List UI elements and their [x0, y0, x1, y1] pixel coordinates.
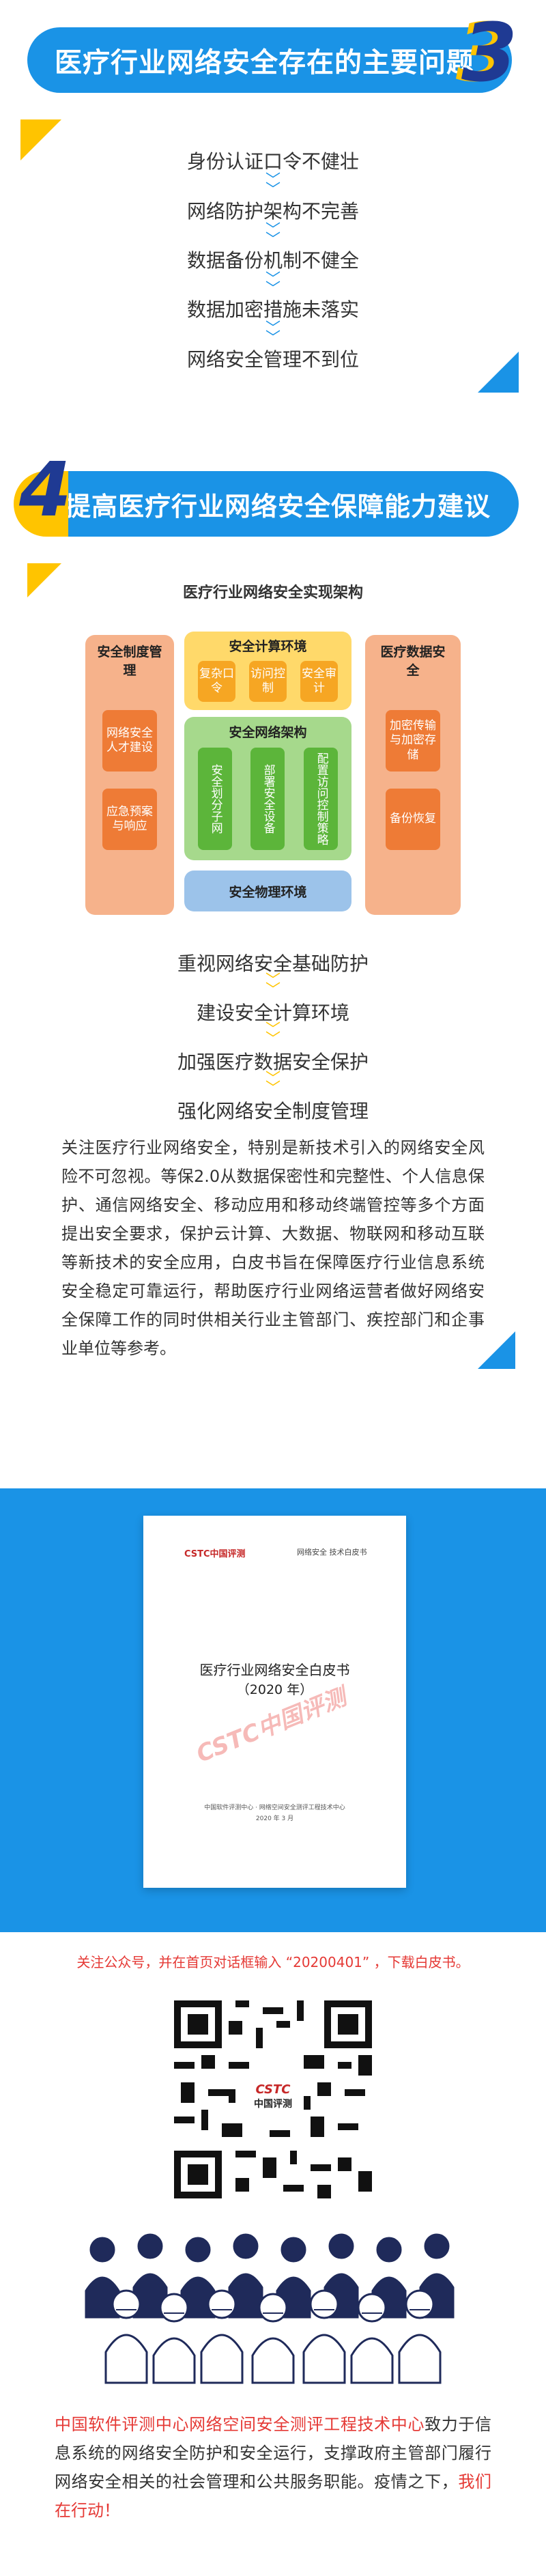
arch-cell: 应急预案与响应	[102, 789, 157, 850]
arch-physical-title: 安全物理环境	[229, 885, 307, 900]
chevron-down-icon: ﹀ ﹀	[265, 271, 281, 298]
whitepaper-footer: 中国软件评测中心 · 网络空间安全测评工程技术中心	[204, 1804, 345, 1811]
chevron-down-icon: ﹀ ﹀	[265, 1021, 281, 1048]
issue-item: 网络防护架构不完善	[186, 200, 359, 223]
issue-item: 网络安全管理不到位	[186, 348, 359, 371]
whitepaper-logo: 网络安全 技术白皮书	[297, 1548, 367, 1557]
arch-cell: 访问控制	[249, 661, 287, 702]
step-item: 强化网络安全制度管理	[177, 1100, 369, 1122]
arch-cell: 复杂口令	[198, 661, 235, 702]
cstc-logo: CSTC中国评测	[184, 1549, 246, 1559]
chevron-down-icon: ﹀ ﹀	[265, 972, 281, 999]
chevron-down-icon: ﹀ ﹀	[265, 1071, 281, 1097]
qr-logo-bottom: 中国评测	[254, 2099, 292, 2110]
whitepaper-year: （2020 年）	[236, 1682, 313, 1697]
arch-cell: 部署安全设备	[250, 748, 285, 850]
qr-logo-top: CSTC	[255, 2082, 291, 2097]
corner-decoration-tl	[27, 563, 61, 597]
chevron-down-icon: ﹀ ﹀	[265, 222, 281, 249]
arch-cell: 安全审计	[300, 661, 338, 702]
arch-cell: 加密传输与加密存储	[386, 710, 440, 772]
issue-item: 身份认证口令不健壮	[186, 150, 359, 173]
qr-center-logo: CSTC 中国评测	[246, 2076, 300, 2123]
arch-cell: 备份恢复	[386, 789, 440, 850]
issue-item: 数据加密措施未落实	[186, 298, 359, 321]
team-illustration	[75, 2222, 471, 2386]
architecture-diagram: 医疗行业网络安全实现架构 安全制度管理 网络安全人才建设 应急预案与响应 安全计…	[65, 580, 481, 915]
section4-number: 4	[19, 446, 72, 533]
chevron-down-icon: ﹀ ﹀	[265, 172, 281, 199]
intro-paragraph: 关注医疗行业网络安全，特别是新技术引入的网络安全风险不可忽视。等保2.0从数据保…	[61, 1138, 485, 1358]
section3-banner: 医疗行业网络安全存在的主要问题	[27, 27, 512, 93]
section3-number: 3	[461, 5, 518, 100]
arch-network-title: 安全网络架构	[229, 725, 307, 740]
footer-text: 中国软件评测中心网络空间安全测评工程技术中心致力于信息系统的网络安全防护和安全运…	[55, 2410, 491, 2525]
section3-title: 医疗行业网络安全存在的主要问题	[55, 47, 474, 79]
arch-calc-title: 安全计算环境	[229, 639, 307, 654]
architecture-title: 医疗行业网络安全实现架构	[182, 584, 363, 601]
qr-code[interactable]: CSTC 中国评测	[174, 2000, 372, 2198]
whitepaper-title: 医疗行业网络安全白皮书	[199, 1662, 350, 1678]
section4-banner: 提高医疗行业网络安全保障能力建议	[34, 471, 519, 537]
arch-policy-title: 安全制度管理	[97, 645, 162, 678]
section4-title: 提高医疗行业网络安全保障能力建议	[65, 491, 491, 522]
arch-cell: 配置访问控制策略	[304, 748, 338, 850]
issue-item: 数据备份机制不健全	[186, 249, 359, 272]
arch-cell: 网络安全人才建设	[102, 710, 157, 772]
whitepaper-date: 2020 年 3 月	[255, 1815, 294, 1822]
chevron-down-icon: ﹀ ﹀	[265, 320, 281, 347]
corner-decoration-br	[478, 1331, 515, 1369]
footer-org: 中国软件评测中心网络空间安全测评工程技术中心	[55, 2415, 425, 2434]
cta-text: 关注公众号，并在首页对话框输入 “20200401” ，下载白皮书。	[76, 1954, 470, 1970]
arch-data-title: 医疗数据安全	[380, 645, 446, 678]
arch-cell: 安全划分子网	[198, 748, 232, 850]
whitepaper-cover[interactable]: CSTC中国评测 网络安全 技术白皮书 医疗行业网络安全白皮书 （2020 年）…	[143, 1516, 406, 1888]
